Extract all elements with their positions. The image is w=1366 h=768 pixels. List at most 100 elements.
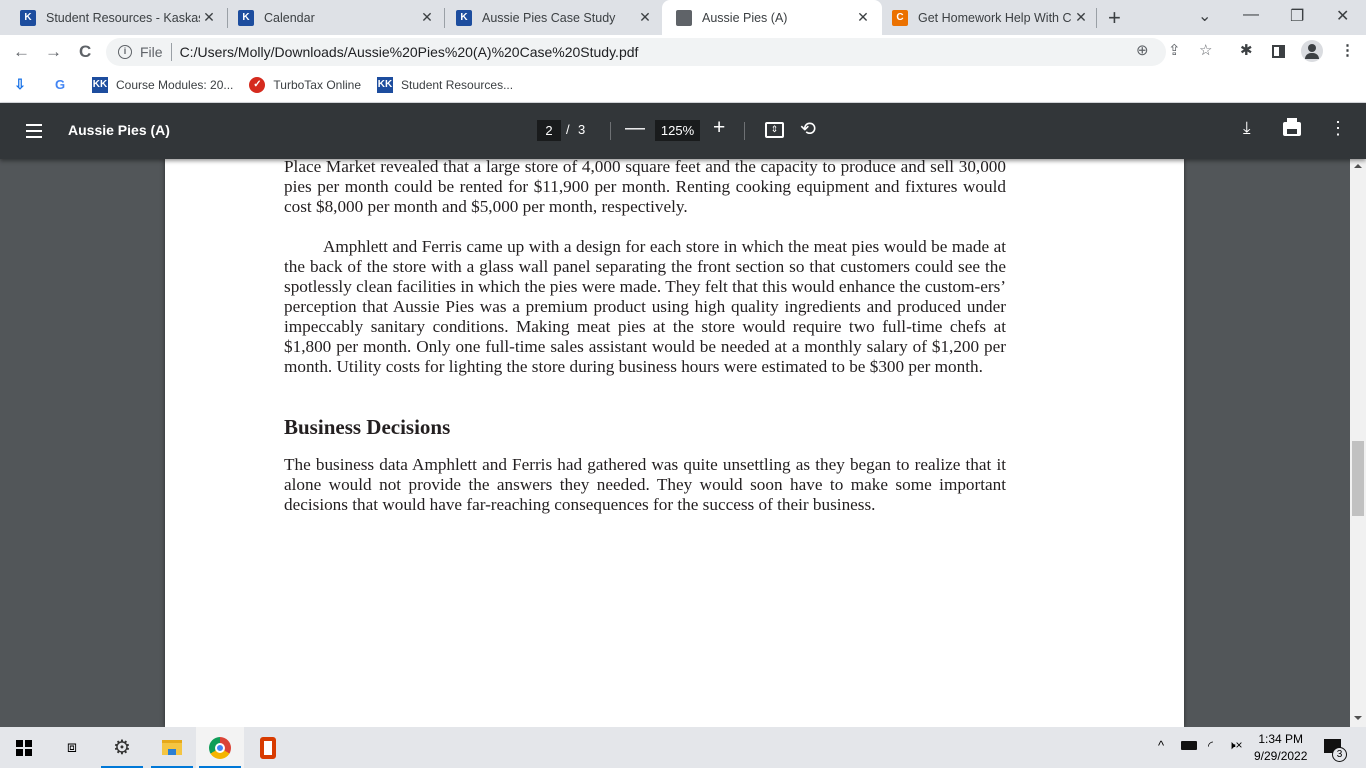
zoom-icon[interactable]: ⊕ <box>1136 41 1149 59</box>
back-button[interactable]: ← <box>13 42 30 62</box>
download-cloud-icon: ⇩ <box>14 76 26 92</box>
bookmark-turbotax[interactable]: ✓ TurboTax Online <box>249 76 361 93</box>
bookmark-student-resources[interactable]: K Student Resources... <box>377 76 514 93</box>
fit-to-page-icon[interactable]: ⇕ <box>765 122 784 138</box>
tab-chegg[interactable]: Get Homework Help With Chegg ✕ <box>872 0 1100 35</box>
toolbar-separator <box>610 122 611 140</box>
google-icon: G <box>54 77 66 92</box>
file-explorer-taskbar-button[interactable] <box>148 727 196 768</box>
scroll-up-arrow-icon[interactable] <box>1354 164 1362 168</box>
bookmark-label: Course Modules: 20... <box>116 77 234 92</box>
tab-search-icon[interactable]: ⌄ <box>1198 6 1211 26</box>
share-icon[interactable]: ⇪ <box>1168 41 1181 59</box>
page-total: 3 <box>578 122 586 137</box>
scrollbar-thumb[interactable] <box>1352 441 1364 516</box>
paragraph-store-design: Amphlett and Ferris came up with a desig… <box>284 237 1006 376</box>
close-tab-icon[interactable]: ✕ <box>854 9 872 26</box>
tab-separator <box>1096 8 1097 28</box>
profile-avatar[interactable] <box>1301 40 1323 62</box>
paragraph-business-decisions: The business data Amphlett and Ferris ha… <box>284 455 1006 514</box>
pdf-viewer: Place Market revealed that a large store… <box>0 159 1350 727</box>
close-tab-icon[interactable]: ✕ <box>1072 9 1090 26</box>
new-tab-button[interactable]: + <box>1108 5 1121 31</box>
rotate-icon[interactable]: ⟲ <box>800 118 816 141</box>
office-icon <box>260 736 276 759</box>
chrome-icon <box>209 736 231 759</box>
url-text[interactable]: C:/Users/Molly/Downloads/Aussie%20Pies%2… <box>180 44 639 60</box>
zoom-out-button[interactable]: — <box>625 117 645 140</box>
browser-toolbar: ← → C i File C:/Users/Molly/Downloads/Au… <box>0 35 1366 69</box>
bookmark-star-icon[interactable]: ☆ <box>1199 41 1212 59</box>
close-tab-icon[interactable]: ✕ <box>636 9 654 26</box>
wifi-icon[interactable]: ◜ <box>1208 738 1213 754</box>
chrome-taskbar-button[interactable] <box>196 727 244 768</box>
omnibox-separator <box>170 43 172 61</box>
bookmark-download[interactable]: ⇩ <box>12 76 36 93</box>
document-title: Aussie Pies (A) <box>68 122 170 138</box>
folder-icon <box>162 740 182 755</box>
close-tab-icon[interactable]: ✕ <box>418 9 436 26</box>
close-window-button[interactable]: ✕ <box>1336 6 1349 26</box>
vertical-scrollbar[interactable] <box>1350 159 1366 727</box>
windows-taskbar: ⧈ ⚙ ^ ◜ 🕨× 1:34 PM 9/29/2022 3 <box>0 727 1366 768</box>
clock-date: 9/29/2022 <box>1254 749 1308 763</box>
toolbar-separator <box>744 122 745 140</box>
tab-title: Calendar <box>264 10 315 25</box>
tab-aussie-pies-a[interactable]: Aussie Pies (A) ✕ <box>662 0 882 35</box>
clock-time: 1:34 PM <box>1258 732 1304 746</box>
tab-title: Get Homework Help With Chegg <box>918 10 1072 25</box>
section-heading: Business Decisions <box>284 415 451 439</box>
notification-count-badge: 3 <box>1332 747 1347 762</box>
hamburger-menu-icon[interactable] <box>26 124 42 138</box>
forward-button[interactable]: → <box>45 42 62 62</box>
zoom-in-button[interactable]: + <box>713 116 725 140</box>
bookmark-course-modules[interactable]: K Course Modules: 20... <box>92 76 234 93</box>
kc-logo-icon: K <box>92 76 108 93</box>
person-icon-body <box>1305 53 1319 59</box>
tab-title: Aussie Pies Case Study <box>482 10 616 25</box>
settings-taskbar-button[interactable]: ⚙ <box>98 727 146 768</box>
globe-icon <box>676 9 692 26</box>
volume-muted-icon[interactable]: 🕨× <box>1228 738 1243 753</box>
gear-icon: ⚙ <box>113 737 131 759</box>
page-number-input[interactable]: 2 <box>537 120 561 141</box>
scroll-down-arrow-icon[interactable] <box>1354 716 1362 720</box>
office-taskbar-button[interactable] <box>244 727 292 768</box>
more-actions-icon[interactable]: ⋮ <box>1329 118 1347 139</box>
windows-logo-icon <box>16 739 32 756</box>
show-hidden-icons-chevron[interactable]: ^ <box>1158 738 1164 753</box>
site-info-icon[interactable]: i <box>118 45 132 59</box>
kc-logo-icon <box>238 9 254 26</box>
address-bar[interactable]: i File C:/Users/Molly/Downloads/Aussie%2… <box>106 38 1166 66</box>
tab-strip: Student Resources - Kaskaskia ✕ Calendar… <box>0 0 1366 35</box>
bookmarks-bar: ⇩ G K Course Modules: 20... ✓ TurboTax O… <box>0 69 1366 100</box>
turbotax-check-icon: ✓ <box>249 76 266 93</box>
tab-student-resources[interactable]: Student Resources - Kaskaskia ✕ <box>0 0 228 35</box>
paragraph-store-rental: Place Market revealed that a large store… <box>284 159 1006 216</box>
print-icon[interactable] <box>1283 118 1301 136</box>
pdf-toolbar: Aussie Pies (A) 2 / 3 — 125% + ⇕ ⟲ ⤓ ⋮ <box>0 103 1366 159</box>
side-panel-icon[interactable] <box>1272 45 1285 58</box>
kc-logo-icon: K <box>377 76 394 93</box>
tab-title: Aussie Pies (A) <box>702 10 788 25</box>
tab-aussie-pies-case-study[interactable]: Aussie Pies Case Study ✕ <box>436 0 664 35</box>
download-icon[interactable]: ⤓ <box>1243 118 1251 138</box>
kc-logo-icon <box>20 9 36 26</box>
task-view-button[interactable]: ⧈ <box>48 727 96 768</box>
close-tab-icon[interactable]: ✕ <box>200 9 218 26</box>
minimize-button[interactable]: — <box>1243 6 1259 24</box>
bookmark-label: Student Resources... <box>401 77 514 92</box>
task-view-icon: ⧈ <box>66 738 78 756</box>
extensions-icon[interactable]: ✱ <box>1240 41 1253 59</box>
chrome-menu-icon[interactable]: ⋮ <box>1340 41 1355 59</box>
tab-calendar[interactable]: Calendar ✕ <box>218 0 446 35</box>
person-icon <box>1308 44 1316 52</box>
bookmark-google[interactable]: G <box>52 77 76 93</box>
reload-button[interactable]: C <box>79 42 91 62</box>
restore-button[interactable]: ❐ <box>1290 6 1304 26</box>
zoom-level-input[interactable]: 125% <box>655 120 700 141</box>
tab-title: Student Resources - Kaskaskia <box>46 10 200 25</box>
battery-icon[interactable] <box>1181 741 1197 750</box>
start-button[interactable] <box>0 727 48 768</box>
system-clock[interactable]: 1:34 PM 9/29/2022 <box>1254 731 1307 765</box>
